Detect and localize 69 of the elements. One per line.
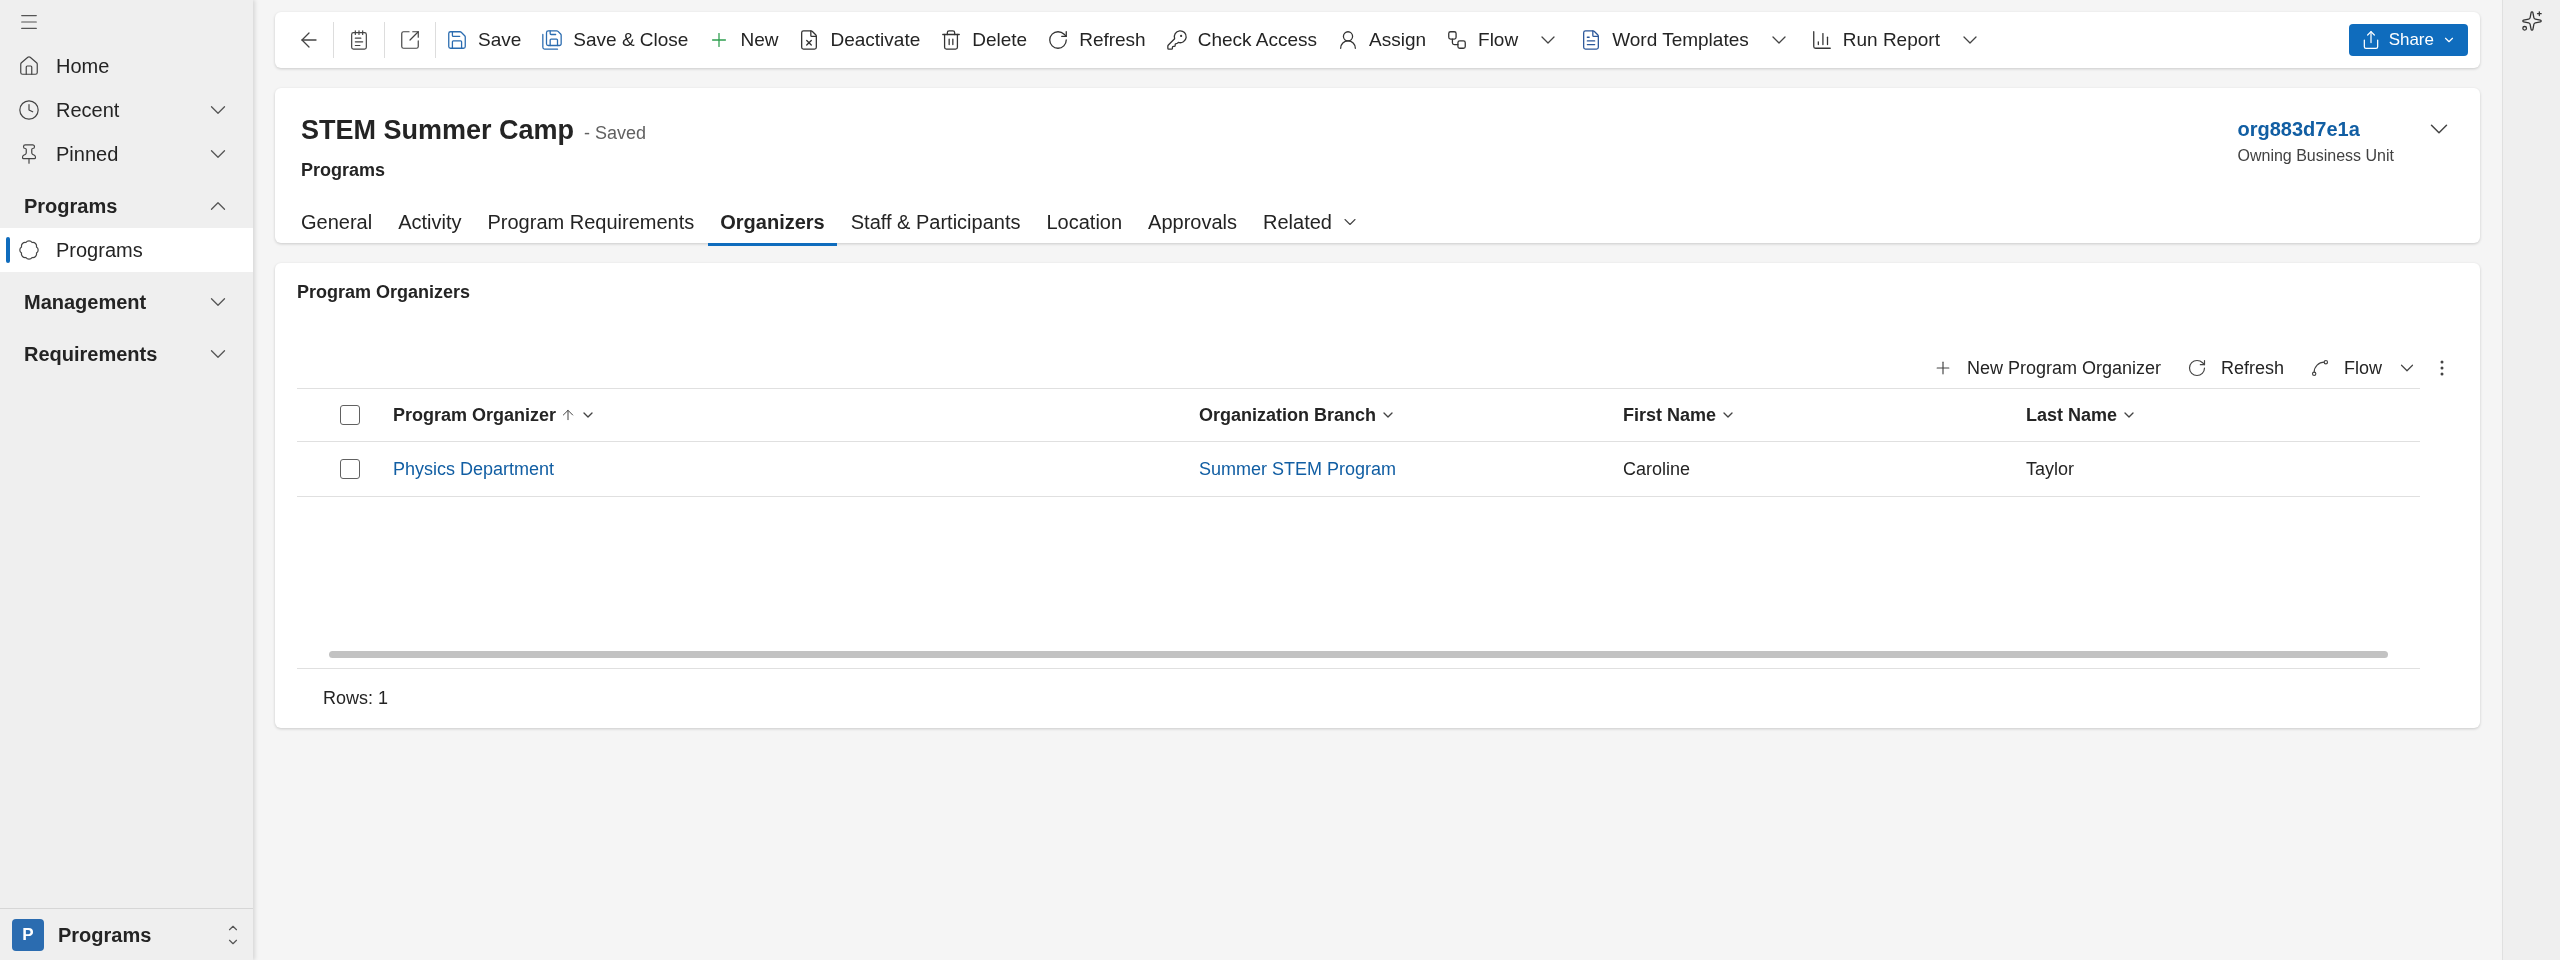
tab[interactable]: Location (1034, 201, 1135, 246)
column-header[interactable]: Program Organizer (393, 401, 1199, 429)
chart-icon (1810, 29, 1833, 51)
checkbox[interactable] (340, 459, 360, 479)
table-cell-text: Caroline (1623, 457, 1691, 481)
tab[interactable]: Activity (386, 201, 474, 246)
toolbar-button[interactable]: Word Templates (1570, 20, 1801, 60)
assistant-icon[interactable] (2520, 10, 2543, 32)
grid-command-button[interactable]: Refresh (2176, 350, 2294, 386)
home-icon (18, 55, 40, 77)
flow-icon (1446, 29, 1469, 51)
tab[interactable]: Approvals (1136, 201, 1249, 246)
pop-out-icon (399, 29, 421, 51)
share-button[interactable]: Share (2348, 24, 2468, 56)
toolbar-button[interactable]: Save (436, 20, 532, 60)
horizontal-scrollbar[interactable] (329, 651, 2388, 658)
more-icon (2440, 360, 2444, 376)
nav-item[interactable]: Home (0, 44, 253, 88)
clock-icon (18, 99, 40, 121)
toolbar-button[interactable]: Flow (1436, 20, 1571, 60)
entity-name: Programs (301, 158, 387, 182)
table-link[interactable]: Physics Department (393, 455, 555, 483)
toolbar-button[interactable]: Save & Close (531, 20, 699, 60)
flow-icon (2310, 358, 2330, 378)
save-status: - Saved (584, 122, 647, 145)
trash-icon (940, 29, 963, 51)
badge-icon (18, 239, 40, 261)
nav-group-header[interactable]: Programs (0, 184, 253, 228)
notepad-icon (348, 29, 370, 51)
app-badge: P (12, 918, 44, 951)
nav-item[interactable]: Programs (0, 228, 253, 272)
toolbar-button[interactable]: Refresh (1037, 20, 1156, 60)
table-cell-text: Taylor (2026, 457, 2074, 481)
tab[interactable]: Staff & Participants (838, 201, 1033, 246)
checkbox[interactable] (340, 405, 360, 425)
refresh-icon (2186, 358, 2207, 378)
refresh-icon (1047, 29, 1070, 51)
grid-command-button[interactable]: New Program Organizer (1922, 350, 2171, 386)
nav-item[interactable]: Pinned (0, 132, 253, 176)
column-header[interactable]: Last Name (2026, 401, 2420, 429)
table-link[interactable]: Summer STEM Program (1199, 455, 1397, 483)
selection-bar (6, 237, 10, 263)
toolbar-button[interactable]: Check Access (1155, 20, 1327, 60)
tab[interactable]: General (301, 201, 385, 246)
subgrid-title: Program Organizers (297, 281, 472, 304)
column-header[interactable]: Organization Branch (1199, 401, 1623, 429)
toolbar-button[interactable]: New (698, 20, 789, 60)
save-icon (446, 29, 468, 51)
nav-group-header[interactable]: Management (0, 280, 253, 324)
toolbar-button[interactable]: Delete (930, 20, 1038, 60)
app-switcher[interactable]: P Programs (0, 908, 253, 960)
toolbar-button[interactable]: Deactivate (788, 20, 931, 60)
save-icon (541, 29, 564, 51)
person-icon (1337, 29, 1359, 51)
nav-item[interactable]: Recent (0, 88, 253, 132)
app-name: Programs (58, 922, 153, 948)
owner-link[interactable]: org883d7e1a (2237, 114, 2394, 144)
key-icon (1165, 29, 1188, 51)
toolbar-button[interactable]: Assign (1327, 20, 1437, 60)
column-header[interactable]: First Name (1623, 401, 2026, 429)
tab[interactable]: Organizers (708, 201, 837, 246)
row-count: Rows: 1 (323, 687, 389, 710)
toolbar-button[interactable]: Run Report (1800, 20, 1992, 60)
nav-group-header[interactable]: Requirements (0, 332, 253, 376)
tab[interactable]: Related (1251, 201, 1372, 246)
grid-command-button[interactable]: Flow (2300, 350, 2428, 386)
tab[interactable]: Program Requirements (475, 201, 707, 246)
record-title: STEM Summer Camp (301, 114, 575, 147)
owner-label: Owning Business Unit (2237, 146, 2394, 166)
